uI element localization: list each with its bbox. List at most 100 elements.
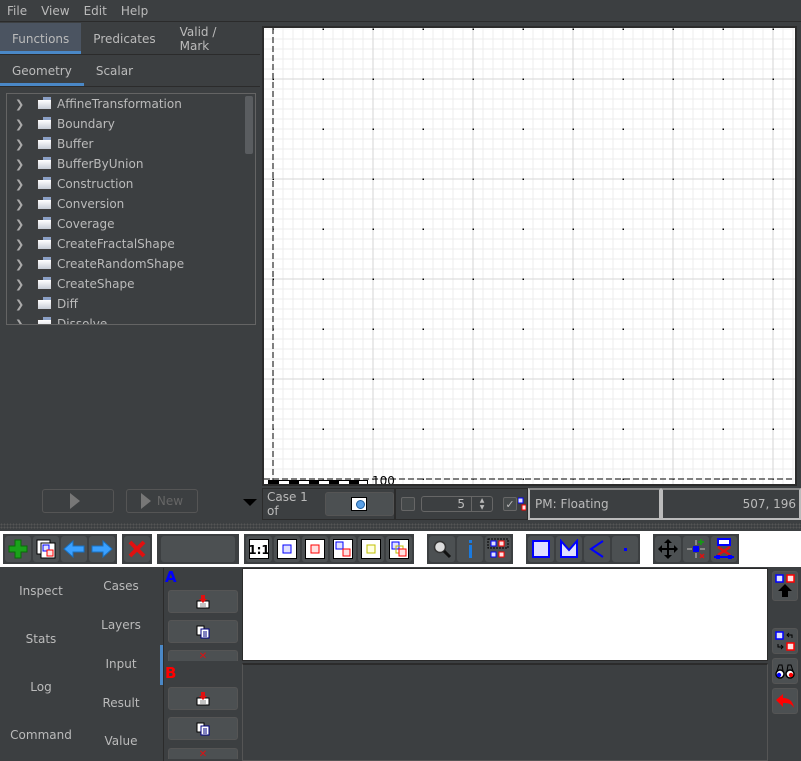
tab-cases[interactable]: Cases — [82, 579, 160, 593]
delete-case-button[interactable] — [124, 536, 150, 562]
linestring-icon — [589, 540, 604, 558]
tab-input[interactable]: Input — [82, 657, 160, 671]
zoom-tool-button[interactable] — [429, 536, 455, 562]
copy-case-button[interactable] — [33, 536, 59, 562]
previous-case-button[interactable] — [61, 536, 87, 562]
draw-point-button[interactable] — [612, 536, 638, 562]
info-tool-button[interactable] — [457, 536, 483, 562]
tree-item[interactable]: ❯ BufferByUnion — [7, 154, 255, 174]
function-tree[interactable]: ❯ AffineTransformation ❯ Boundary ❯ Buffer ❯ Bu… — [6, 93, 256, 325]
tab-value[interactable]: Value — [82, 734, 160, 748]
tree-item[interactable]: ❯ Coverage — [7, 214, 255, 234]
copy-result-to-input-button[interactable] — [772, 571, 798, 601]
function-tabs: Functions Predicates Valid / Mark — [0, 23, 260, 55]
zoom-1-1-button[interactable]: 1:1 — [246, 536, 272, 562]
chevron-right-icon[interactable]: ❯ — [15, 258, 27, 271]
tree-item[interactable]: ❯ Construction — [7, 174, 255, 194]
paste-down-icon — [196, 691, 210, 705]
snapshot-button[interactable] — [324, 492, 394, 516]
geometry-b-textarea[interactable] — [242, 663, 768, 761]
chevron-right-icon[interactable]: ❯ — [15, 278, 27, 291]
tab-inspect[interactable]: Inspect — [0, 584, 82, 598]
chevron-right-icon[interactable]: ❯ — [15, 138, 27, 151]
tree-item[interactable]: ❯ CreateRandomShape — [7, 254, 255, 274]
grid-dot — [772, 28, 774, 30]
tree-item[interactable]: ❯ CreateFractalShape — [7, 234, 255, 254]
tab-functions[interactable]: Functions — [0, 23, 82, 54]
draw-linestring-button[interactable] — [584, 536, 610, 562]
tab-stats[interactable]: Stats — [0, 632, 82, 646]
clear-a-button[interactable]: ✕ — [168, 650, 238, 661]
edit-vertex-button[interactable] — [683, 536, 709, 562]
zoom-to-all-button[interactable] — [386, 536, 412, 562]
undo-button[interactable] — [772, 688, 798, 714]
copy-a-button[interactable] — [168, 620, 238, 643]
grid-dot — [722, 228, 724, 230]
pan-tool-button[interactable] — [655, 536, 681, 562]
spinner-arrows-icon[interactable]: ▲ ▼ — [472, 497, 492, 511]
execute-new-button[interactable]: New — [126, 489, 198, 513]
clear-b-button[interactable]: ✕ — [168, 748, 238, 759]
chevron-right-icon[interactable]: ❯ — [15, 298, 27, 311]
tree-item[interactable]: ❯ Buffer — [7, 134, 255, 154]
tree-item[interactable]: ❯ Dissolve — [7, 314, 255, 325]
tree-item[interactable]: ❯ CreateShape — [7, 274, 255, 294]
menu-file[interactable]: File — [0, 4, 34, 18]
load-a-button[interactable] — [168, 590, 238, 613]
chevron-right-icon[interactable]: ❯ — [15, 318, 27, 325]
zoom-to-b-button[interactable] — [302, 536, 328, 562]
tree-item-label: Construction — [57, 177, 134, 191]
chevron-right-icon[interactable]: ❯ — [15, 218, 27, 231]
tab-log[interactable]: Log — [0, 680, 82, 694]
splitter-handle[interactable] — [0, 523, 801, 529]
next-case-button[interactable] — [89, 536, 115, 562]
grid-checkbox[interactable] — [401, 497, 415, 511]
tab-result[interactable]: Result — [82, 696, 160, 710]
chevron-right-icon[interactable]: ❯ — [15, 118, 27, 131]
tab-command[interactable]: Command — [0, 728, 82, 742]
chevron-right-icon[interactable]: ❯ — [15, 158, 27, 171]
tab-scalar[interactable]: Scalar — [84, 55, 145, 86]
chevron-right-icon[interactable]: ❯ — [15, 198, 27, 211]
add-case-button[interactable] — [5, 536, 31, 562]
tree-item-label: Coverage — [57, 217, 115, 231]
tree-item[interactable]: ❯ Diff — [7, 294, 255, 314]
tree-item-label: BufferByUnion — [57, 157, 144, 171]
draw-polygon-button[interactable] — [556, 536, 582, 562]
tree-scrollbar[interactable] — [245, 96, 253, 154]
case-name-field[interactable] — [161, 536, 235, 562]
menu-edit[interactable]: Edit — [77, 4, 114, 18]
snap-checkbox[interactable]: ✓ — [503, 497, 517, 511]
tree-item[interactable]: ❯ AffineTransformation — [7, 94, 255, 114]
zoom-to-a-button[interactable] — [274, 536, 300, 562]
chevron-right-icon[interactable]: ❯ — [15, 98, 27, 111]
zoom-to-ab-button[interactable] — [330, 536, 356, 562]
chevron-right-icon[interactable]: ❯ — [15, 238, 27, 251]
tab-layers[interactable]: Layers — [82, 618, 160, 632]
grid-size-spinner[interactable]: 5 ▲ ▼ — [421, 496, 493, 512]
execute-button[interactable] — [42, 489, 114, 513]
tree-item[interactable]: ❯ Boundary — [7, 114, 255, 134]
swap-ab-button[interactable] — [772, 628, 798, 654]
zoom-a-icon — [277, 539, 297, 559]
extract-component-button[interactable] — [485, 536, 511, 562]
copy-b-button[interactable] — [168, 717, 238, 740]
tree-item[interactable]: ❯ Conversion — [7, 194, 255, 214]
menu-help[interactable]: Help — [114, 4, 155, 18]
delete-vertex-button[interactable] — [711, 536, 737, 562]
load-b-button[interactable] — [168, 687, 238, 710]
play-icon — [70, 493, 80, 509]
tab-geometry[interactable]: Geometry — [0, 55, 84, 86]
grid-dot — [572, 28, 574, 30]
tab-valid-mark[interactable]: Valid / Mark — [168, 23, 260, 54]
inspect-geometry-button[interactable] — [772, 658, 798, 684]
geometry-a-textarea[interactable] — [242, 568, 768, 661]
geometry-canvas[interactable]: 100 — [262, 26, 797, 486]
options-dropdown-icon[interactable] — [243, 499, 257, 506]
draw-rectangle-button[interactable] — [528, 536, 554, 562]
tab-predicates[interactable]: Predicates — [81, 23, 167, 54]
chevron-right-icon[interactable]: ❯ — [15, 178, 27, 191]
grid-dot — [422, 428, 424, 430]
zoom-to-result-button[interactable] — [358, 536, 384, 562]
menu-view[interactable]: View — [34, 4, 76, 18]
